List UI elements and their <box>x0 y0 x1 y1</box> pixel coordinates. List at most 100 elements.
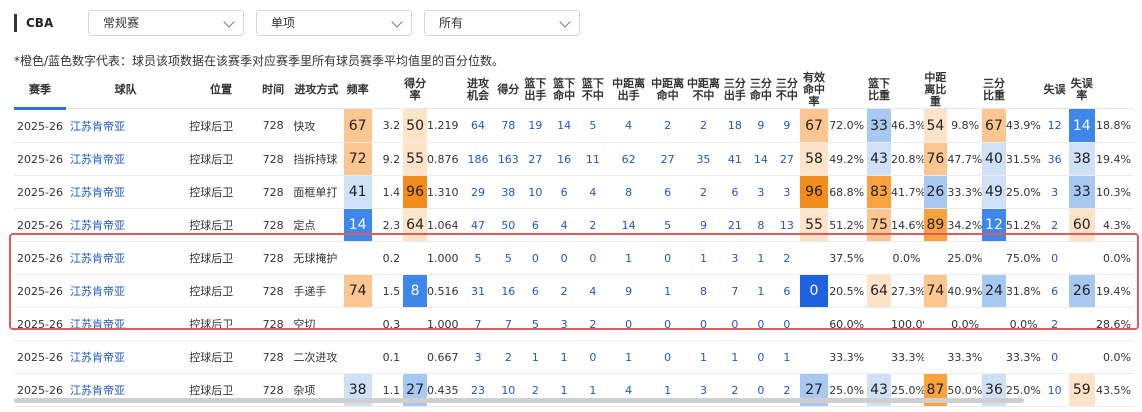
cell-mid-att: 1 <box>606 241 651 275</box>
chevron-down-icon <box>391 16 403 28</box>
season-type-dropdown[interactable]: 常规赛 <box>88 10 244 36</box>
scope-dropdown[interactable]: 所有 <box>424 10 580 36</box>
cell-team[interactable]: 江苏肯帝亚 <box>66 340 186 374</box>
column-header[interactable]: 得分率 <box>403 72 428 109</box>
column-header[interactable]: 失误率 <box>1068 72 1095 109</box>
column-header[interactable]: 进攻 机会 <box>460 72 496 109</box>
cell-three-share-pct: 40 <box>982 142 1006 176</box>
cell-team[interactable]: 江苏肯帝亚 <box>66 175 186 209</box>
cell-ppp-pct: 55 <box>403 142 428 176</box>
cell-type: 空切 <box>289 307 344 341</box>
cell-three-att: 7 <box>721 274 748 308</box>
cell-tov-rate: 43.5% <box>1094 373 1134 407</box>
cell-time: 728 <box>256 274 290 308</box>
column-header[interactable]: 篮下 出手 <box>521 72 550 109</box>
cell-team[interactable]: 江苏肯帝亚 <box>66 142 186 176</box>
cell-efg-pct: 55 <box>799 208 829 242</box>
cell-team[interactable]: 江苏肯帝亚 <box>66 307 186 341</box>
cell-three-share-pct: 12 <box>982 208 1006 242</box>
column-header[interactable]: 中距离 不中 <box>685 72 722 109</box>
cell-rim-share: 0.0% <box>890 241 924 275</box>
cell-rim-share: 27.3% <box>890 274 924 308</box>
cell-mid-share-pct: 76 <box>923 142 948 176</box>
category-dropdown[interactable]: 单项 <box>256 10 412 36</box>
cell-team[interactable]: 江苏肯帝亚 <box>66 208 186 242</box>
cell-tov-rate-pct: 33 <box>1068 175 1095 209</box>
category-value: 单项 <box>271 16 296 30</box>
cell-rim-share: 41.7% <box>890 175 924 209</box>
column-header[interactable] <box>1005 72 1041 109</box>
column-header[interactable]: 球队 <box>66 72 186 109</box>
column-header[interactable]: 位置 <box>185 72 257 109</box>
cell-rim-make: 1 <box>549 340 579 374</box>
cell-three-att: 21 <box>721 208 748 242</box>
column-header[interactable]: 频率 <box>343 72 372 109</box>
cell-tov-rate-pct: 26 <box>1068 274 1095 308</box>
cell-efg-pct: 0 <box>799 274 829 308</box>
column-header[interactable]: 三分 出手 <box>721 72 748 109</box>
cell-tov: 12 <box>1040 108 1069 143</box>
cell-pos: 控球后卫 <box>185 307 257 341</box>
cell-rim-share-pct: 64 <box>867 274 891 308</box>
column-header[interactable]: 赛季 <box>14 72 67 110</box>
column-header[interactable] <box>427 72 461 109</box>
cell-poss: 31 <box>460 274 496 308</box>
column-header[interactable]: 得分 <box>495 72 522 109</box>
column-header[interactable]: 时间 <box>256 72 290 109</box>
column-header[interactable]: 篮下 命中 <box>549 72 579 109</box>
cell-pos: 控球后卫 <box>185 208 257 242</box>
cell-team[interactable]: 江苏肯帝亚 <box>66 108 186 143</box>
filter-bar: CBA 常规赛 单项 所有 <box>0 0 1142 46</box>
cell-team[interactable]: 江苏肯帝亚 <box>66 241 186 275</box>
column-header[interactable]: 中距离 命中 <box>650 72 686 109</box>
cell-three-make: 0 <box>747 307 774 341</box>
column-header[interactable]: 中距离比重 <box>923 72 948 109</box>
cell-tov-rate-pct <box>1068 340 1095 374</box>
cell-freq: 9.2 <box>371 142 404 176</box>
cell-mid-att: 62 <box>606 142 651 176</box>
cell-efg: 20.5% <box>828 274 868 308</box>
horizontal-scrollbar[interactable] <box>14 398 1024 403</box>
cell-efg-pct <box>799 340 829 374</box>
cell-team[interactable]: 江苏肯帝亚 <box>66 274 186 308</box>
cell-pts: 2 <box>495 340 522 374</box>
column-header[interactable]: 篮下 不中 <box>578 72 607 109</box>
cell-ppp: 1.310 <box>427 175 461 209</box>
cell-mid-make: 2 <box>650 108 686 143</box>
cell-poss: 29 <box>460 175 496 209</box>
cell-three-att: 6 <box>721 175 748 209</box>
column-header[interactable]: 中距离 出手 <box>606 72 651 109</box>
cell-ppp: 1.219 <box>427 108 461 143</box>
scope-value: 所有 <box>439 16 464 30</box>
cell-type: 快攻 <box>289 108 344 143</box>
cell-three-miss: 0 <box>773 307 800 341</box>
column-header[interactable]: 有效 命中率 <box>799 72 829 109</box>
column-header[interactable] <box>1094 72 1134 109</box>
column-header[interactable] <box>828 72 868 109</box>
column-header[interactable] <box>371 72 404 109</box>
cell-ppp-pct: 64 <box>403 208 428 242</box>
cell-type: 手递手 <box>289 274 344 308</box>
play-type-table: 赛季 球队 位置 时间 进攻方式 频率 得分率 进攻 机会 得分 篮下 出手 篮下 命中 篮下 不中中… <box>14 72 1134 407</box>
column-header[interactable]: 三分 不中 <box>773 72 800 109</box>
column-header[interactable]: 三分比重 <box>982 72 1006 109</box>
cell-season: 2025-26 <box>14 274 67 308</box>
cell-rim-make: 14 <box>549 108 579 143</box>
column-header[interactable]: 失误 <box>1040 72 1069 109</box>
cell-freq-pct: 72 <box>343 142 372 176</box>
cell-rim-att: 19 <box>521 108 550 143</box>
cell-rim-miss: 4 <box>578 175 607 209</box>
column-header[interactable]: 进攻方式 <box>289 72 344 109</box>
cell-rim-att: 6 <box>521 208 550 242</box>
cell-mid-share-pct <box>923 307 948 341</box>
cell-mid-share: 0.0% <box>947 307 983 341</box>
cell-mid-share: 33.3% <box>947 340 983 374</box>
cell-mid-miss: 2 <box>685 175 722 209</box>
column-header[interactable]: 篮下比重 <box>867 72 891 109</box>
column-header[interactable] <box>890 72 924 109</box>
cell-rim-share-pct: 83 <box>867 175 891 209</box>
cell-three-miss: 9 <box>773 108 800 143</box>
cell-three-miss: 2 <box>773 241 800 275</box>
column-header[interactable] <box>947 72 983 109</box>
column-header[interactable]: 三分 命中 <box>747 72 774 109</box>
